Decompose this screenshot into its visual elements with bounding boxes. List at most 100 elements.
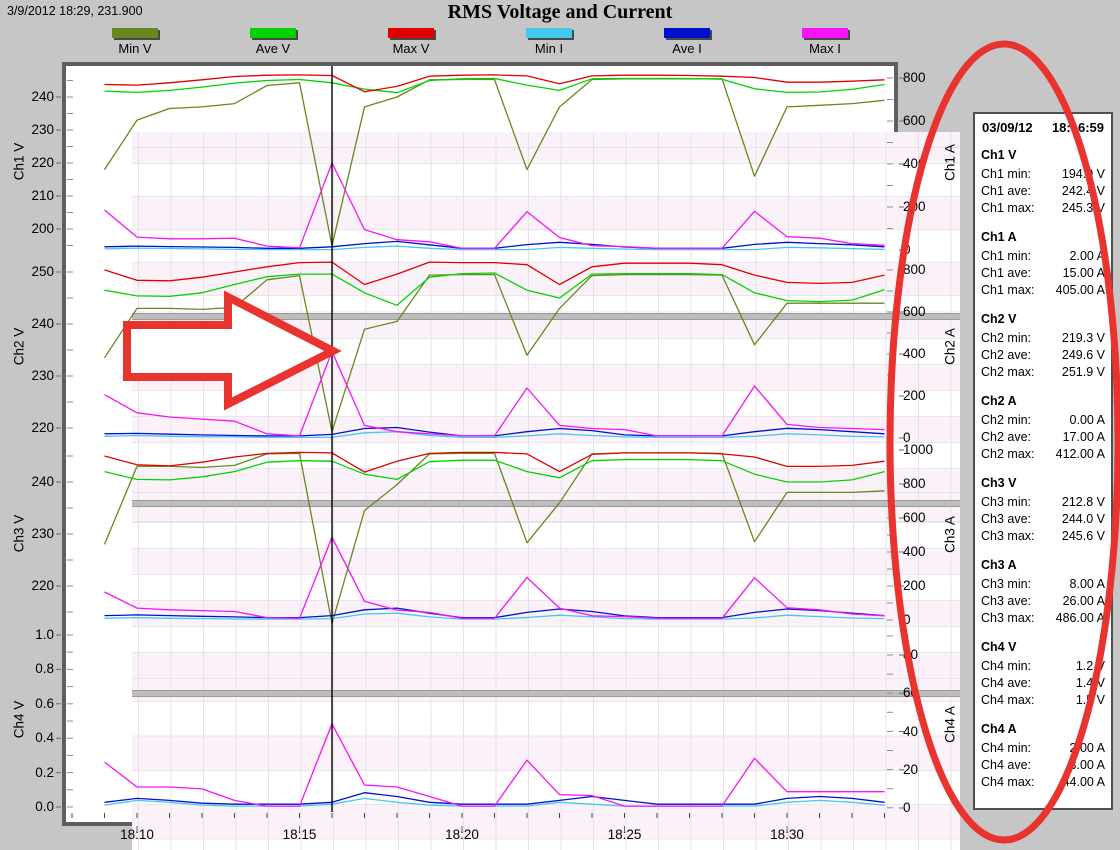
stats-row-value: 244.0 V [1062, 511, 1105, 528]
stats-row-value: 2.00 A [1070, 740, 1105, 757]
stats-row: Ch3 min:212.8 V [981, 494, 1105, 511]
stats-row: Ch2 max: 412.00 A [981, 446, 1105, 463]
legend-item-ave-i[interactable]: Ave I [618, 28, 756, 56]
panel-splitter[interactable] [132, 690, 960, 697]
chart-panel-ch4[interactable] [132, 697, 960, 850]
stats-row-label: Ch3 max: [981, 610, 1035, 627]
axis-label-ch3-v: Ch3 V [12, 504, 27, 564]
stats-group-title: Ch2 A [981, 393, 1105, 410]
stats-group-title: Ch1 V [981, 147, 1105, 164]
x-axis-tick-label: 18:10 [107, 827, 167, 842]
stats-row-label: Ch2 min: [981, 330, 1031, 347]
legend-swatch-ave-v-icon [250, 28, 296, 38]
legend-label: Min I [535, 41, 563, 56]
stats-row: Ch3 ave:26.00 A [981, 593, 1105, 610]
stats-row: Ch2 max:251.9 V [981, 364, 1105, 381]
stats-row-value: 8.00 A [1070, 576, 1105, 593]
stats-row-value: 249.6 V [1062, 347, 1105, 364]
stats-row: Ch2 ave:17.00 A [981, 429, 1105, 446]
stats-row-value: 3.00 A [1070, 757, 1105, 774]
stats-row-value: 44.00 A [1063, 774, 1105, 791]
y-axis-tick-label: 250 [4, 264, 54, 279]
x-axis-tick-label: 18:25 [595, 827, 655, 842]
stats-group-ch1-a: Ch1 A Ch1 min:2.00 ACh1 ave: 15.00 A Ch1 ma… [981, 229, 1105, 299]
stats-row-label: Ch1 max: [981, 200, 1035, 217]
stats-row-value: 26.00 A [1063, 593, 1105, 610]
legend-label: Min V [118, 41, 151, 56]
stats-group-ch1-v: Ch1 VCh1 min:194.9 VCh1 ave:242.4 VCh1 m… [981, 147, 1105, 217]
panel-splitter[interactable] [132, 500, 960, 507]
y-axis-tick-label: 0 [903, 800, 955, 815]
y-axis-tick-label: 1.0 [4, 627, 54, 642]
y-axis-tick-label: 800 [903, 70, 955, 85]
stats-group-ch4-v: Ch4 VCh4 min:1.2 VCh4 ave:1.4 VCh4 max:1… [981, 639, 1105, 709]
y-axis-tick-label: 0 [903, 612, 955, 627]
stats-row-label: Ch4 ave: [981, 757, 1031, 774]
stats-row-value: 245.6 V [1062, 528, 1105, 545]
legend-item-ave-v[interactable]: Ave V [204, 28, 342, 56]
plot-frame [62, 62, 898, 826]
stats-row: Ch2 ave:249.6 V [981, 347, 1105, 364]
stats-row: Ch2 min: 219.3 V [981, 330, 1105, 347]
chart-panel-ch1[interactable] [132, 132, 960, 313]
stats-row-label: Ch1 min: [981, 248, 1031, 265]
stats-group-ch4-a: Ch4 ACh4 min:2.00 ACh4 ave:3.00 ACh4 max… [981, 721, 1105, 791]
stats-row-value: 15.00 A [1063, 265, 1105, 282]
panel-splitter[interactable] [132, 313, 960, 320]
axis-label-ch4-v: Ch4 V [12, 690, 27, 750]
stats-row-label: Ch4 min: [981, 658, 1031, 675]
legend-item-min-i[interactable]: Min I [480, 28, 618, 56]
y-axis-tick-label: 200 [903, 199, 955, 214]
stats-row-value: 219.3 V [1062, 330, 1105, 347]
legend-swatch-min-v-icon [112, 28, 158, 38]
y-axis-tick-label: 0.8 [4, 661, 54, 676]
stats-group-title: Ch1 A [981, 229, 1105, 246]
stats-row-value: 412.00 A [1056, 446, 1105, 463]
app-window: 3/9/2012 18:29, 231.900 RMS Voltage and … [0, 0, 1120, 850]
y-axis-tick-label: 1000 [903, 442, 955, 457]
legend-item-max-v[interactable]: Max V [342, 28, 480, 56]
stats-row: Ch4 min: 2.00 A [981, 740, 1105, 757]
legend: Min V Ave V Max V Min I Ave IMax I [66, 28, 894, 56]
y-axis-tick-label: 800 [903, 262, 955, 277]
axis-label-ch1-v: Ch1 V [12, 132, 27, 192]
stats-row-value: 245.3 V [1062, 200, 1105, 217]
stats-row: Ch1 min:194.9 V [981, 166, 1105, 183]
legend-swatch-max-v-icon [388, 28, 434, 38]
stats-row-label: Ch4 max: [981, 774, 1035, 791]
stats-group-title: Ch3 V [981, 475, 1105, 492]
stats-row-label: Ch2 max: [981, 446, 1035, 463]
x-axis-tick-label: 18:30 [757, 827, 817, 842]
stats-row-label: Ch3 min: [981, 494, 1031, 511]
stats-group-title: Ch2 V [981, 311, 1105, 328]
stats-row-value: 242.4 V [1062, 183, 1105, 200]
chart-panel-ch3[interactable] [132, 507, 960, 690]
y-axis-tick-label: 0 [903, 242, 955, 257]
stats-row-label: Ch1 ave: [981, 183, 1031, 200]
legend-item-min-v[interactable]: Min V [66, 28, 204, 56]
legend-label: Max V [393, 41, 430, 56]
chart-panel-ch2[interactable] [132, 320, 960, 500]
stats-row: Ch3 ave: 244.0 V [981, 511, 1105, 528]
legend-item-max-i[interactable]: Max I [756, 28, 894, 56]
stats-row: Ch4 ave: 3.00 A [981, 757, 1105, 774]
stats-group-title: Ch3 A [981, 557, 1105, 574]
stats-row: Ch1 ave: 242.4 V [981, 183, 1105, 200]
stats-row-label: Ch3 ave: [981, 511, 1031, 528]
stats-row: Ch3 min:8.00 A [981, 576, 1105, 593]
stats-group-ch3-v: Ch3 V Ch3 min:212.8 VCh3 ave: 244.0 V Ch3 m… [981, 475, 1105, 545]
y-axis-tick-label: 0.0 [4, 799, 54, 814]
stats-row-label: Ch4 min: [981, 740, 1031, 757]
stats-row: Ch4 ave:1.4 V [981, 675, 1105, 692]
y-axis-tick-label: 20 [903, 762, 955, 777]
legend-swatch-ave-i-icon [664, 28, 710, 38]
stats-row: Ch1 max: 245.3 V [981, 200, 1105, 217]
y-axis-tick-label: 0.2 [4, 765, 54, 780]
axis-label-ch4-a: Ch4 A [943, 695, 958, 755]
stats-row-label: Ch1 min: [981, 166, 1031, 183]
stats-row-label: Ch1 ave: [981, 265, 1031, 282]
stats-row: Ch1 min:2.00 A [981, 248, 1105, 265]
stats-row: Ch1 ave: 15.00 A [981, 265, 1105, 282]
stats-row-label: Ch1 max: [981, 282, 1035, 299]
axis-label-ch2-v: Ch2 V [12, 317, 27, 377]
